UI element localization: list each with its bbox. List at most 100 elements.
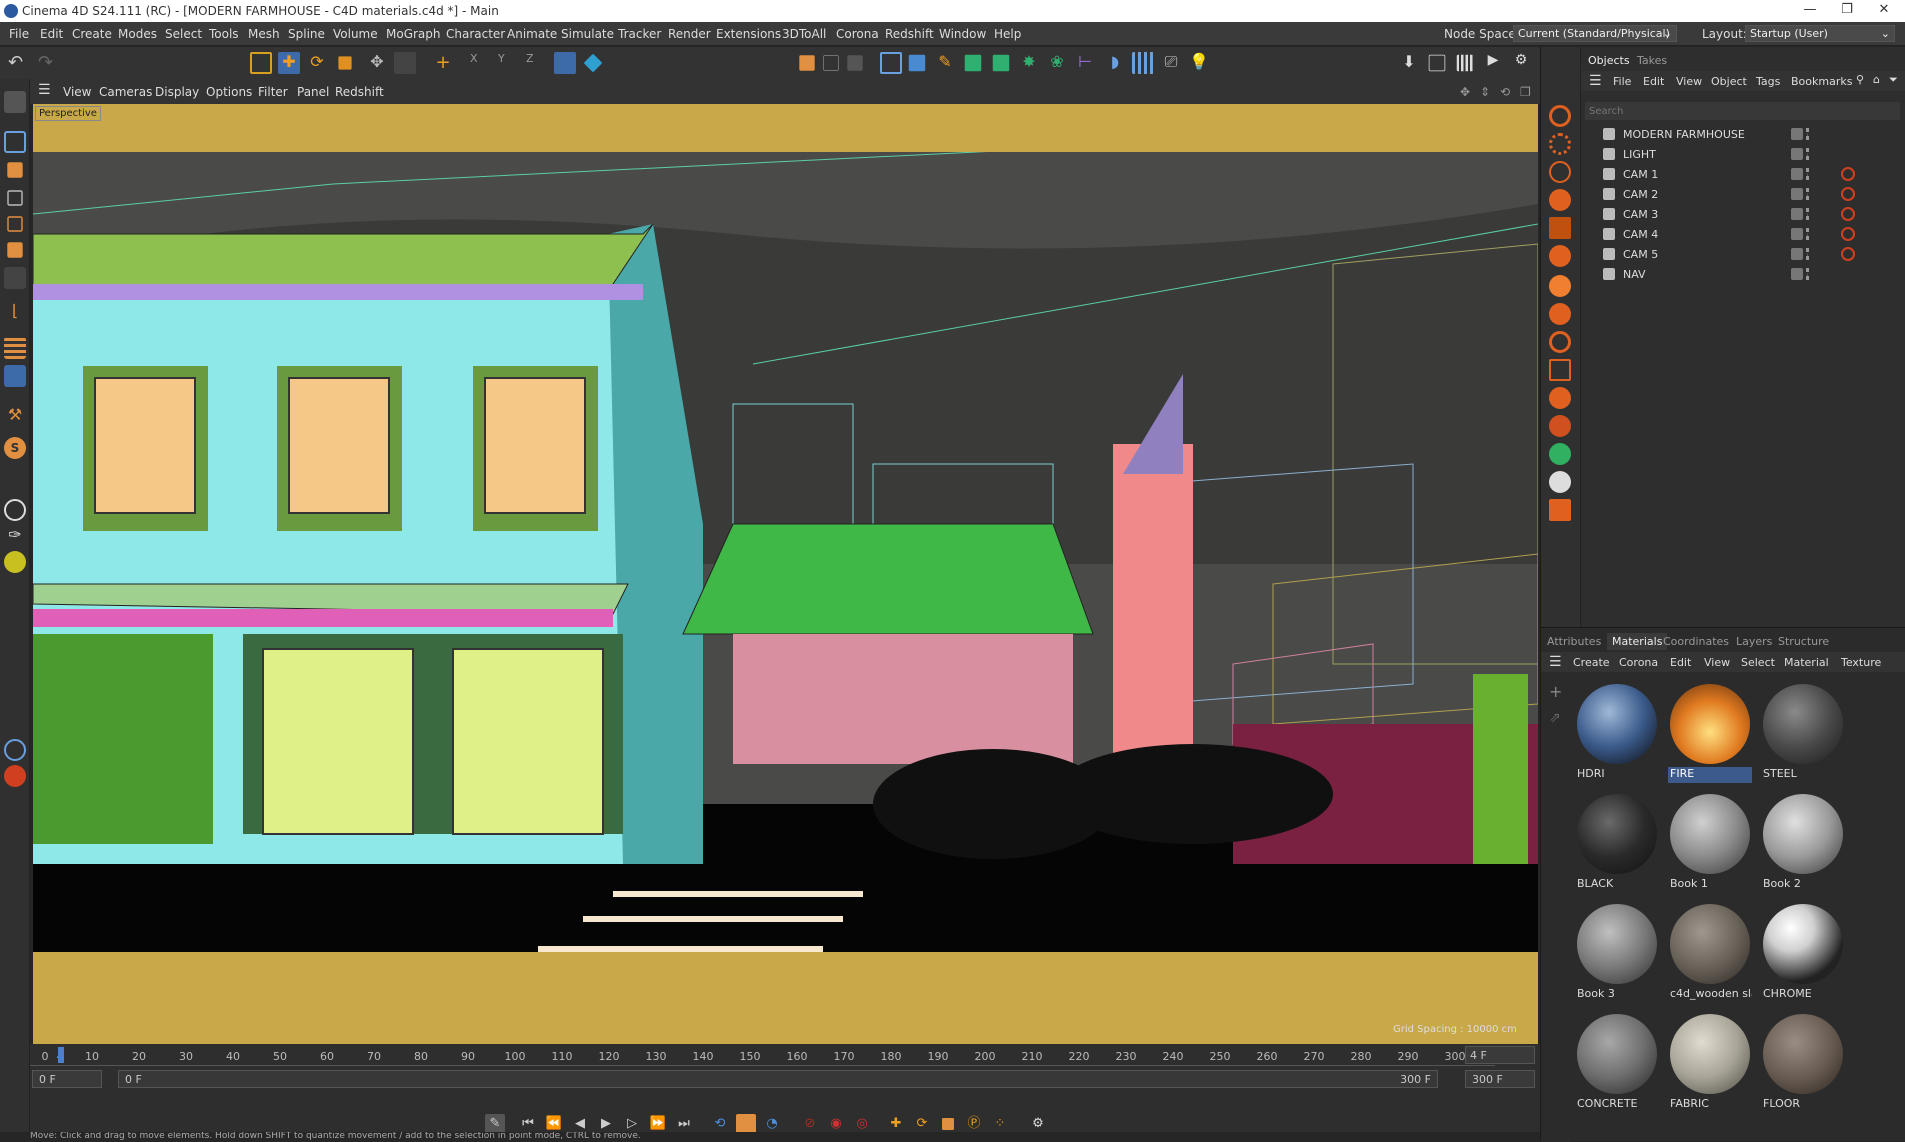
dolly-icon[interactable]: ⇕ [1480, 85, 1490, 99]
modeling-icon[interactable] [992, 54, 1010, 72]
tweak-icon[interactable] [4, 337, 26, 359]
autokeying-icon[interactable]: ◎ [852, 1114, 872, 1134]
material-swatch[interactable]: CONCRETE [1573, 1010, 1659, 1116]
material-swatch[interactable]: HDRI [1573, 680, 1659, 786]
scale-icon[interactable] [338, 56, 352, 70]
spline-pen-icon[interactable]: ✎ [934, 52, 956, 74]
material-swatch[interactable]: FLOOR [1759, 1010, 1845, 1116]
render-active-icon[interactable]: ▶ [1482, 52, 1504, 74]
tab-materials[interactable]: Materials [1607, 633, 1668, 650]
om-menu-bookmarks[interactable]: Bookmarks [1791, 75, 1852, 88]
visibility-toggle[interactable] [1791, 248, 1803, 260]
points-mode-icon[interactable] [7, 190, 23, 206]
render-region-icon[interactable] [799, 55, 815, 71]
material-swatch[interactable]: Book 3 [1573, 900, 1659, 1006]
deformer-icon[interactable]: ⊢ [1074, 52, 1096, 74]
protection-tag-icon[interactable] [1841, 187, 1855, 201]
om-menu-tags[interactable]: Tags [1756, 75, 1780, 88]
material-swatch[interactable]: FIRE [1666, 680, 1752, 786]
v-ray-icon[interactable] [4, 739, 26, 761]
material-swatch[interactable]: FABRIC [1666, 1010, 1752, 1116]
tab-structure[interactable]: Structure [1778, 635, 1829, 648]
editor-render-dots[interactable] [1806, 168, 1812, 180]
polygons-mode-icon[interactable] [7, 242, 23, 258]
tab-objects[interactable]: Objects [1588, 54, 1630, 67]
x-axis-lock-icon[interactable]: X [470, 52, 492, 74]
record-keyframe-icon[interactable]: ✎ [485, 1114, 505, 1134]
playhead[interactable] [58, 1047, 64, 1063]
previous-frame-icon[interactable]: ◀ [570, 1114, 590, 1134]
tab-layers[interactable]: Layers [1736, 635, 1772, 648]
material-swatch[interactable]: c4d_wooden slat [1666, 900, 1752, 1006]
filter-icon[interactable]: ⏷ [1889, 73, 1898, 87]
protection-tag-icon[interactable] [1841, 167, 1855, 181]
next-frame-icon[interactable]: ▷ [622, 1114, 642, 1134]
start-frame-field[interactable]: 0 F [32, 1070, 102, 1088]
render-env-icon[interactable] [1549, 189, 1571, 211]
gear-icon[interactable] [1549, 133, 1571, 155]
minimize-button[interactable]: — [1790, 2, 1830, 17]
menu-corona[interactable]: Corona [836, 27, 879, 41]
import-icon[interactable]: ⬇ [1398, 52, 1420, 74]
object-row-cam-3[interactable]: CAM 3 [1591, 205, 1901, 224]
camera-icon[interactable]: ⎚ [1160, 52, 1182, 74]
menu-animate[interactable]: Animate [507, 27, 557, 41]
uv-mode-icon[interactable] [4, 267, 26, 289]
visibility-toggle[interactable] [1791, 148, 1803, 160]
menu-character[interactable]: Character [446, 27, 505, 41]
workplane-icon[interactable]: ⚒ [4, 405, 26, 427]
hand-icon[interactable] [1549, 387, 1571, 409]
mm-menu-select[interactable]: Select [1741, 656, 1775, 669]
mm-menu-edit[interactable]: Edit [1670, 656, 1691, 669]
stack-icon[interactable] [1549, 415, 1571, 437]
link-icon[interactable]: ⇗ [1549, 710, 1561, 726]
editor-render-dots[interactable] [1806, 188, 1812, 200]
scheme-settings-icon[interactable]: ⚙ [1028, 1114, 1048, 1134]
protection-tag-icon[interactable] [1841, 227, 1855, 241]
editor-render-dots[interactable] [1806, 268, 1812, 280]
key-rotation-icon[interactable]: ⟳ [912, 1114, 932, 1134]
key-position-icon[interactable]: ✚ [886, 1114, 906, 1134]
visibility-toggle[interactable] [1791, 268, 1803, 280]
material-swatch[interactable]: BLACK [1573, 790, 1659, 896]
om-menu-file[interactable]: File [1613, 75, 1631, 88]
viewport-menu-options[interactable]: Options [206, 85, 252, 99]
menu-volume[interactable]: Volume [333, 27, 378, 41]
menu-mesh[interactable]: Mesh [248, 27, 280, 41]
autokey-icon[interactable]: ⊘ [800, 1114, 820, 1134]
timeline-ruler[interactable]: 0 4 10 20 30 40 50 60 70 80 90 100 110 1… [30, 1044, 1495, 1066]
light-bulb-icon[interactable] [1549, 275, 1571, 297]
mm-menu-create[interactable]: Create [1573, 656, 1610, 669]
material-swatch[interactable]: Book 2 [1759, 790, 1845, 896]
previous-key-icon[interactable]: ⏪ [544, 1114, 564, 1134]
node-space-dropdown[interactable]: Current (Standard/Physical) ⌄ [1513, 25, 1677, 42]
menu-simulate[interactable]: Simulate [561, 27, 614, 41]
orbit-icon[interactable]: ⟲ [1500, 85, 1510, 99]
protection-tag-icon[interactable] [1841, 247, 1855, 261]
hamburger-icon[interactable]: ☰ [38, 82, 51, 98]
enable-axis-icon[interactable]: ⌊ [4, 301, 26, 323]
material-swatch[interactable]: Book 1 [1666, 790, 1752, 896]
visibility-toggle[interactable] [1791, 208, 1803, 220]
mograph-icon[interactable]: ✸ [1018, 52, 1040, 74]
menu-redshift[interactable]: Redshift [885, 27, 934, 41]
current-frame-field[interactable]: 4 F [1465, 1046, 1535, 1064]
axis-icon[interactable]: + [432, 52, 454, 74]
editor-render-dots[interactable] [1806, 228, 1812, 240]
snapping-icon[interactable]: S [4, 437, 26, 459]
cloner-icon[interactable]: ❀ [1046, 52, 1068, 74]
light-icon[interactable]: 💡 [1188, 52, 1210, 74]
visibility-toggle[interactable] [1791, 228, 1803, 240]
layout-dropdown[interactable]: Startup (User) ⌄ [1745, 25, 1895, 42]
om-menu-view[interactable]: View [1676, 75, 1702, 88]
material-swatch[interactable]: STEEL [1759, 680, 1845, 786]
loop-icon[interactable]: ⟲ [710, 1114, 730, 1134]
transform-icon[interactable]: ✥ [366, 52, 388, 74]
recycle-icon[interactable] [1549, 161, 1571, 183]
menu-render[interactable]: Render [668, 27, 711, 41]
document-icon[interactable] [1549, 499, 1571, 521]
generator-icon[interactable] [964, 54, 982, 72]
move-icon[interactable]: ✚ [278, 52, 300, 74]
edit-render-settings-icon[interactable] [1428, 54, 1446, 72]
editor-render-dots[interactable] [1806, 208, 1812, 220]
